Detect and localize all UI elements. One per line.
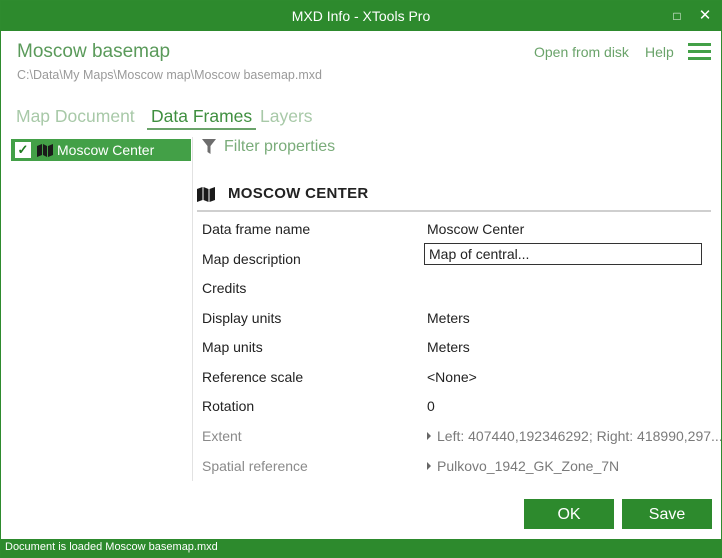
map-description-input[interactable] [424,243,702,265]
property-value: Left: 407440,192346292; Right: 418990,29… [437,428,722,444]
property-row-rotation: Rotation 0 [194,391,714,421]
property-row-map-units: Map units Meters [194,332,714,362]
ok-button[interactable]: OK [524,499,614,529]
status-text: Document is loaded Moscow basemap.mxd [5,541,218,553]
title-bar[interactable]: MXD Info - XTools Pro □ ✕ [1,1,721,31]
section-divider [197,210,711,212]
property-row-map-description: Map description [194,243,714,274]
property-row-data-frame-name: Data frame name Moscow Center [194,214,714,244]
status-bar: Document is loaded Moscow basemap.mxd [1,539,721,557]
property-key: Spatial reference [202,458,308,474]
active-tab-indicator [147,128,256,130]
property-row-display-units: Display units Meters [194,303,714,333]
property-value[interactable]: Meters [427,310,470,326]
property-key: Rotation [202,398,255,414]
hamburger-menu-icon[interactable] [688,43,711,60]
property-row-credits: Credits [194,273,714,303]
property-key: Reference scale [202,369,304,385]
save-button[interactable]: Save [622,499,712,529]
document-title: Moscow basemap [17,41,171,62]
property-key: Data frame name [202,221,311,237]
property-key: Extent [202,428,242,444]
tab-map-document[interactable]: Map Document [16,106,135,127]
section-title: MOSCOW CENTER [228,185,369,202]
property-row-spatial-reference: Spatial reference Pulkovo_1942_GK_Zone_7… [194,451,714,481]
help-link[interactable]: Help [645,44,674,60]
document-path: C:\Data\My Maps\Moscow map\Moscow basema… [17,68,322,82]
property-key: Map units [202,339,263,355]
filter-icon [202,139,216,154]
property-key: Display units [202,310,282,326]
property-value[interactable]: 0 [427,398,435,414]
checkbox-checked-icon[interactable]: ✓ [15,142,31,158]
expand-arrow-icon[interactable] [427,432,431,440]
mxd-info-window: MXD Info - XTools Pro □ ✕ Moscow basemap… [0,0,722,558]
tab-data-frames[interactable]: Data Frames [151,106,252,127]
property-row-reference-scale: Reference scale <None> [194,362,714,392]
tab-layers[interactable]: Layers [260,106,313,127]
window-title: MXD Info - XTools Pro [291,8,431,24]
expand-arrow-icon[interactable] [427,462,431,470]
data-frames-tree: ✓ Moscow Center [9,137,193,481]
property-row-extent: Extent Left: 407440,192346292; Right: 41… [194,421,721,451]
close-icon[interactable]: ✕ [693,1,717,31]
property-key: Map description [202,251,301,267]
tree-item-moscow-center[interactable]: ✓ Moscow Center [11,139,191,161]
open-from-disk-link[interactable]: Open from disk [534,44,629,60]
property-value[interactable]: Moscow Center [427,221,524,237]
property-value: Pulkovo_1942_GK_Zone_7N [437,458,620,474]
property-value[interactable]: <None> [427,369,477,385]
property-value[interactable]: Meters [427,339,470,355]
map-icon [197,187,215,202]
property-key: Credits [202,280,247,296]
filter-label: Filter properties [224,138,336,155]
tree-item-label: Moscow Center [57,142,155,158]
map-icon [37,144,53,157]
maximize-icon[interactable]: □ [665,1,689,31]
